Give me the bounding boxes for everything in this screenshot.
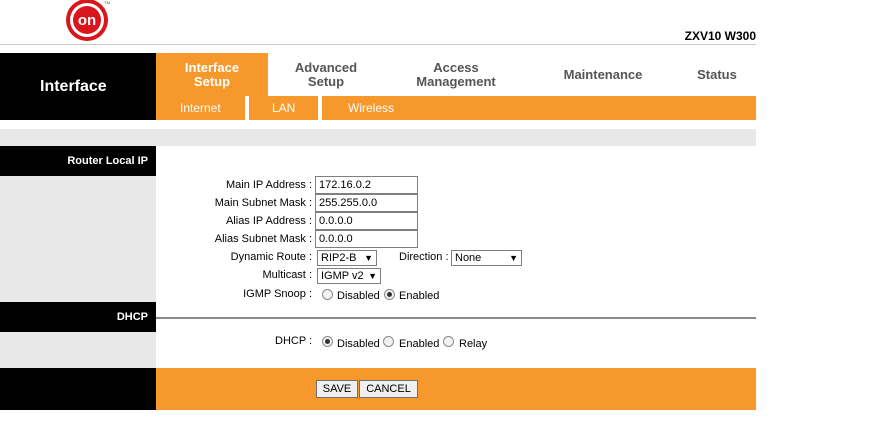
alias-ip-input[interactable]: 0.0.0.0 [315,212,418,230]
main-subnet-input[interactable]: 255.255.0.0 [315,194,418,212]
alias-subnet-label: Alias Subnet Mask : [214,233,312,245]
tab-maintenance[interactable]: Maintenance [528,53,678,96]
multicast-select[interactable]: IGMP v2 ▼ [317,268,381,284]
nav-section-title: Interface [0,53,156,120]
dhcp-relay-label: Relay [459,338,488,350]
tab-label: Advanced [294,59,358,75]
left-panel [0,176,156,302]
direction-label: Direction : [399,251,449,263]
main-ip-label: Main IP Address : [225,179,312,191]
dhcp-disabled-label: Disabled [337,338,380,350]
tab-label: Access [433,59,479,75]
spacer-band [0,129,756,146]
igmp-enabled-radio[interactable] [384,289,395,300]
igmp-snoop-label: IGMP Snoop : [243,288,312,300]
tab-status[interactable]: Status [678,53,756,96]
alias-ip-label: Alias IP Address : [225,215,312,227]
header-divider [0,44,756,45]
subtab-lan[interactable]: LAN [272,96,295,120]
tab-label: Interface [184,59,240,75]
dropdown-arrow-icon: ▼ [509,253,518,263]
tab-label: Maintenance [563,66,643,82]
main-ip-input[interactable]: 172.16.0.2 [315,176,418,194]
logo-text: on [78,12,96,29]
save-button[interactable]: SAVE [316,380,358,398]
dhcp-disabled-radio[interactable] [322,336,333,347]
multicast-label: Multicast : [262,269,312,281]
svg-text:TM: TM [104,0,110,5]
tab-label: Setup [307,73,345,89]
select-value: None [455,252,482,264]
footer-bar [156,368,756,410]
igmp-enabled-label: Enabled [399,290,440,302]
igmp-disabled-radio[interactable] [322,289,333,300]
subtab-divider [245,96,249,120]
dhcp-divider [156,317,756,319]
dhcp-label: DHCP : [275,335,313,347]
tab-advanced-setup[interactable]: Advanced Setup [268,53,384,96]
cancel-button[interactable]: CANCEL [359,380,418,398]
dropdown-arrow-icon: ▼ [364,253,373,263]
subtab-divider [318,96,322,120]
subtab-wireless[interactable]: Wireless [348,96,394,120]
tab-interface-setup[interactable]: Interface Setup [156,53,268,96]
select-value: IGMP v2 [321,270,364,282]
footer-left [0,368,156,410]
tab-label: Management [416,73,496,89]
direction-select[interactable]: None ▼ [451,250,522,266]
dropdown-arrow-icon: ▼ [368,271,377,281]
model-name: ZXV10 W300 [684,29,756,43]
logo: on TM [64,0,112,42]
sub-nav: Internet LAN Wireless [156,96,756,120]
dhcp-enabled-label: Enabled [399,338,440,350]
dhcp-heading: DHCP [0,302,156,332]
dynamic-route-select[interactable]: RIP2-B ▼ [317,250,377,266]
subtab-internet[interactable]: Internet [180,96,221,120]
tab-label: Status [697,66,737,82]
dhcp-enabled-radio[interactable] [383,336,394,347]
tab-label: Setup [193,73,231,89]
left-panel [0,332,156,368]
main-nav: Interface Setup Advanced Setup Access Manag… [156,53,756,96]
main-subnet-label: Main Subnet Mask : [214,197,312,209]
alias-subnet-input[interactable]: 0.0.0.0 [315,230,418,248]
select-value: RIP2-B [321,252,357,264]
dhcp-relay-radio[interactable] [443,336,454,347]
igmp-disabled-label: Disabled [337,290,380,302]
router-local-ip-heading: Router Local IP [0,146,156,176]
tab-access-management[interactable]: Access Management [384,53,528,96]
dynamic-route-label: Dynamic Route : [230,251,312,263]
